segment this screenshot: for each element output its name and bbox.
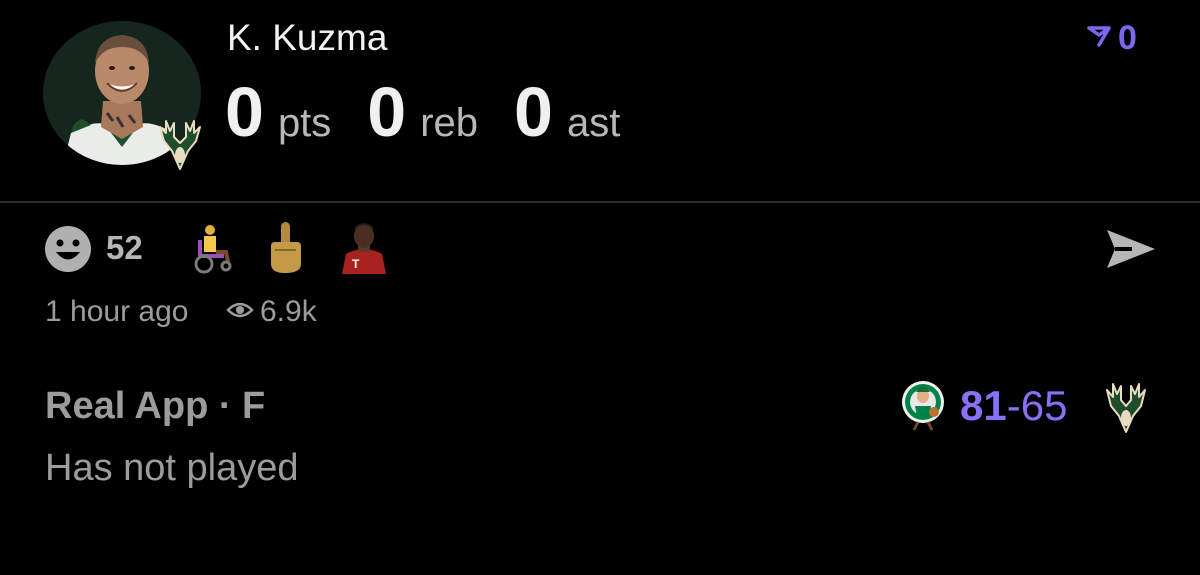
player-name[interactable]: K. Kuzma [227, 16, 387, 60]
send-icon[interactable] [1104, 226, 1158, 272]
reaction-count: 52 [106, 229, 143, 266]
vote-button[interactable]: 0 [1086, 18, 1137, 58]
celtics-logo-icon [900, 378, 946, 432]
assists-unit: ast [566, 101, 621, 145]
points-value: 0 [225, 73, 264, 151]
bucks-logo-icon [1102, 378, 1150, 434]
home-score: 81 [960, 382, 1007, 429]
wheelchair-emoji-icon[interactable] [186, 222, 234, 274]
timestamp: 1 hour ago [45, 295, 189, 328]
upvote-arrow-icon [1086, 23, 1112, 54]
away-score: 65 [1020, 382, 1068, 429]
vote-count: 0 [1118, 19, 1137, 57]
source-label: Real App · F [45, 385, 266, 427]
middle-finger-emoji-icon[interactable] [265, 220, 305, 275]
rebounds-value: 0 [367, 73, 407, 151]
assists-value: 0 [514, 73, 553, 151]
person-emoji-icon[interactable]: T [338, 218, 390, 274]
points-unit: pts [277, 101, 332, 145]
divider [0, 201, 1200, 203]
bucks-logo-icon [154, 113, 206, 171]
rebounds-unit: reb [420, 101, 479, 145]
smiley-icon[interactable] [44, 225, 92, 273]
view-count: 6.9k [226, 293, 317, 331]
game-score[interactable]: 81-65 [960, 381, 1067, 431]
game-status: Has not played [45, 447, 299, 489]
views-value: 6.9k [260, 295, 317, 328]
score-separator: - [1006, 382, 1021, 429]
eye-icon [226, 300, 254, 325]
svg-text:T: T [352, 257, 360, 271]
stat-line: 0 pts 0 reb 0 ast [225, 72, 656, 152]
